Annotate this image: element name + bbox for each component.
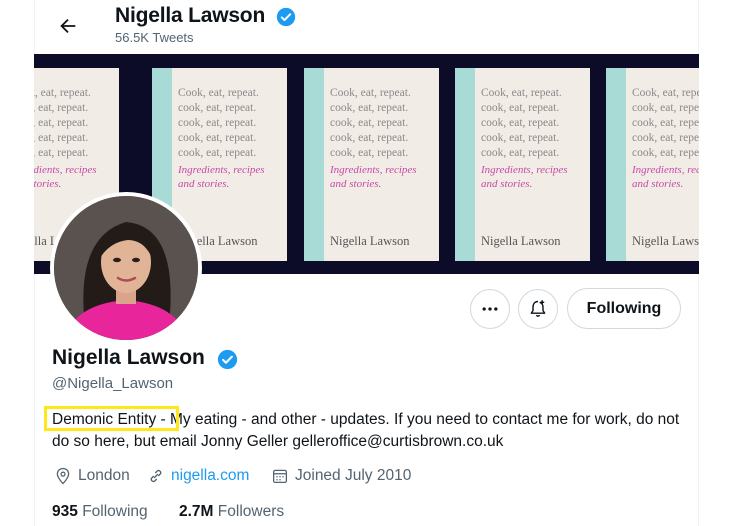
banner-book: Cook, eat, repeat. cook, eat, repeat. co… — [455, 68, 590, 261]
book-subtitle: Ingredients, recipes and stories. — [178, 164, 265, 190]
book-author: Nigella Lawson — [632, 234, 699, 248]
following-button[interactable]: Following — [567, 288, 681, 329]
more-button[interactable] — [470, 289, 510, 329]
header-title: Nigella Lawson — [115, 4, 266, 27]
location-item: London — [54, 467, 130, 485]
book-author: Nigella Lawson — [481, 234, 561, 248]
following-stat[interactable]: 935 Following — [52, 503, 148, 521]
book-subtitle: Ingredients, recipes and stories. — [330, 164, 417, 190]
banner-book: Cook, eat, repeat. cook, eat, repeat. co… — [304, 68, 439, 261]
following-count: 935 — [52, 503, 78, 520]
book-author: Nigella Lawson — [330, 234, 410, 248]
following-label: Following — [82, 503, 148, 520]
avatar-portrait — [54, 196, 198, 340]
joined-text: Joined July 2010 — [295, 467, 412, 484]
location-text: London — [78, 467, 130, 484]
bell-plus-icon — [530, 300, 546, 317]
more-horizontal-icon — [482, 307, 498, 311]
banner-book: Cook, eat, repeat. cook, eat, repeat. co… — [606, 68, 699, 261]
location-pin-icon — [56, 467, 70, 485]
followers-count: 2.7M — [179, 503, 214, 520]
book-subtitle: Ingredients, recipes and stories. — [632, 164, 699, 190]
calendar-icon — [272, 469, 288, 484]
profile-header: Nigella Lawson 56.5K Tweets — [0, 0, 740, 54]
book-subtitle: Ingredients, recipes and stories. — [34, 164, 97, 190]
profile-avatar[interactable] — [50, 192, 202, 344]
website-link[interactable]: nigella.com — [171, 467, 249, 485]
book-lines: Cook, eat, repeat. cook, eat, repeat. co… — [34, 87, 91, 159]
book-lines: Cook, eat, repeat. cook, eat, repeat. co… — [330, 87, 411, 159]
notifications-button[interactable] — [518, 289, 558, 329]
book-subtitle: Ingredients, recipes and stories. — [481, 164, 568, 190]
profile-handle: @Nigella_Lawson — [52, 375, 174, 392]
back-button[interactable] — [52, 10, 84, 42]
followers-label: Followers — [217, 503, 285, 520]
tweet-count: 56.5K Tweets — [115, 30, 194, 45]
website-item[interactable]: nigella.com — [147, 467, 249, 485]
joined-item: Joined July 2010 — [271, 467, 411, 485]
book-lines: Cook, eat, repeat. cook, eat, repeat. co… — [481, 87, 562, 159]
highlight-box — [44, 406, 179, 431]
arrow-left-icon — [60, 18, 76, 34]
verified-badge-icon — [276, 7, 296, 27]
link-icon — [150, 469, 162, 483]
book-lines: Cook, eat, repeat. cook, eat, repeat. co… — [632, 87, 699, 159]
followers-stat[interactable]: 2.7M Followers — [179, 503, 284, 521]
verified-badge-icon — [217, 349, 238, 370]
book-lines: Cook, eat, repeat. cook, eat, repeat. co… — [178, 87, 259, 159]
profile-name: Nigella Lawson — [52, 346, 205, 369]
